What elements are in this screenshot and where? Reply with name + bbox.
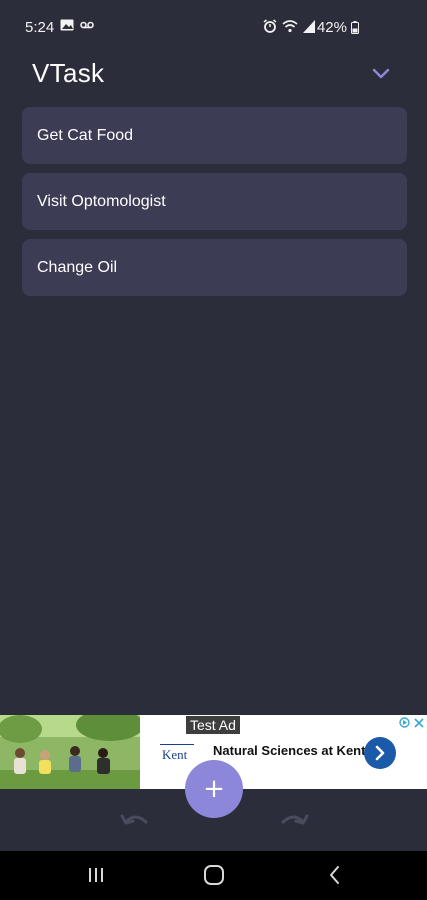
task-item[interactable]: Get Cat Food	[22, 107, 407, 164]
ad-choices[interactable]	[399, 717, 424, 728]
status-notification-icons	[60, 19, 94, 31]
close-icon	[414, 717, 424, 728]
collapse-button[interactable]	[369, 64, 393, 84]
undo-button[interactable]	[118, 808, 152, 834]
recents-button[interactable]	[82, 863, 110, 887]
test-ad-label: Test Ad	[186, 716, 240, 734]
ad-open-button[interactable]	[364, 737, 396, 769]
system-nav-bar	[0, 851, 427, 900]
ad-image	[0, 715, 140, 789]
wifi-icon	[282, 19, 298, 32]
kent-logo: Kent	[160, 744, 194, 762]
voicemail-icon	[80, 21, 94, 29]
chevron-right-icon	[375, 745, 385, 761]
plus-icon: +	[203, 774, 225, 804]
status-bar: 5:24 42%	[0, 0, 427, 52]
redo-button[interactable]	[277, 808, 311, 834]
adchoices-icon	[399, 717, 410, 728]
add-task-button[interactable]: +	[185, 760, 243, 818]
svg-text:Kent: Kent	[162, 747, 188, 762]
battery-icon	[351, 21, 359, 34]
home-icon	[204, 865, 224, 885]
image-icon	[60, 19, 74, 31]
task-label: Change Oil	[37, 258, 118, 276]
alarm-icon	[263, 19, 277, 33]
battery-percent: 42%	[316, 19, 347, 36]
chevron-down-icon	[372, 68, 390, 79]
signal-icon	[303, 19, 315, 33]
recents-icon	[89, 868, 103, 882]
app-screen: 5:24 42% VTask Get Cat Food Visit Optomo…	[0, 0, 427, 900]
back-button[interactable]	[321, 863, 349, 887]
app-title: VTask	[32, 58, 105, 88]
ad-headline: Natural Sciences at Kent	[213, 743, 366, 758]
task-label: Get Cat Food	[37, 126, 134, 144]
back-icon	[330, 866, 339, 884]
home-button[interactable]	[200, 863, 228, 887]
task-list: Get Cat Food Visit Optomologist Change O…	[22, 107, 407, 305]
status-time: 5:24	[25, 19, 55, 36]
task-item[interactable]: Change Oil	[22, 239, 407, 296]
status-system-icons	[263, 19, 315, 33]
redo-icon	[281, 814, 309, 825]
ad-photo	[0, 715, 140, 789]
undo-icon	[120, 814, 148, 825]
task-item[interactable]: Visit Optomologist	[22, 173, 407, 230]
task-label: Visit Optomologist	[37, 192, 166, 210]
